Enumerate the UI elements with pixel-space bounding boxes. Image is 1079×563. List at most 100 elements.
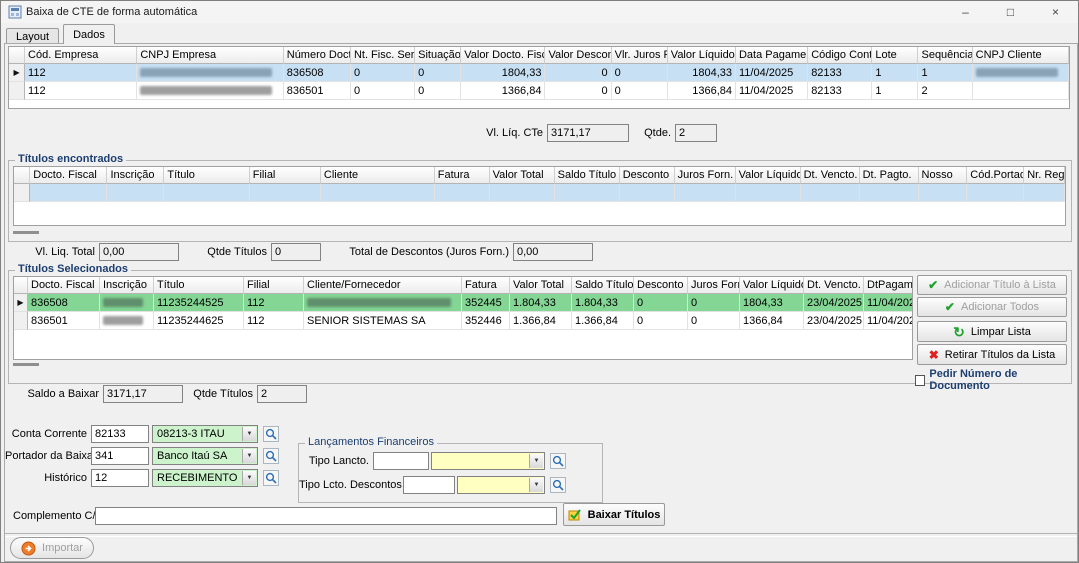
column-header[interactable]: Valor Desconto — [545, 47, 611, 64]
qtde-titulos-selecionados-field[interactable]: 2 — [257, 385, 307, 403]
tipo-lcto-descontos-lookup-button[interactable] — [550, 477, 566, 493]
grid-cell[interactable] — [967, 184, 1024, 202]
grid-cell[interactable]: 82133 — [808, 82, 872, 100]
grid-cell[interactable] — [490, 184, 555, 202]
grid-cell[interactable] — [1024, 184, 1065, 202]
vl-liq-total-field[interactable]: 0,00 — [99, 243, 179, 261]
column-header[interactable]: Título — [164, 167, 249, 184]
grid-cell[interactable]: 1.366,84 — [572, 312, 634, 330]
column-header[interactable]: Valor Total — [490, 167, 555, 184]
column-header[interactable]: Filial — [250, 167, 321, 184]
column-header[interactable]: CNPJ Empresa — [137, 47, 283, 64]
grid-cell[interactable]: 11235244525 — [154, 294, 244, 312]
portador-baixa-lookup-button[interactable] — [263, 448, 279, 464]
grid-cell[interactable]: 0 — [612, 64, 668, 82]
column-header[interactable]: Lote — [872, 47, 918, 64]
tipo-lcto-descontos-combo[interactable]: ▼ — [457, 476, 545, 494]
conta-corrente-code-field[interactable]: 82133 — [91, 425, 149, 443]
column-header[interactable]: CNPJ Cliente — [973, 47, 1069, 64]
grid-cell[interactable]: 836501 — [28, 312, 100, 330]
grid-cell[interactable] — [860, 184, 919, 202]
grid-cell[interactable]: 1.804,33 — [510, 294, 572, 312]
complemento-field[interactable] — [95, 507, 557, 525]
titlebar[interactable]: Baixa de CTE de forma automática – □ × — [1, 1, 1078, 23]
grid-cell[interactable]: 11/04/2025 — [736, 64, 808, 82]
grid-cell[interactable] — [137, 64, 283, 82]
grid-row[interactable]: 112836501001366,84001366,8411/04/2025821… — [9, 82, 1069, 100]
column-header[interactable]: Valor Total — [510, 277, 572, 294]
horizontal-scrollbar-thumb[interactable] — [13, 363, 39, 366]
column-header[interactable]: Desconto — [634, 277, 688, 294]
grid-row[interactable]: ▶836508112352445251123524451.804,331.804… — [14, 294, 913, 312]
grid-cell[interactable] — [107, 184, 164, 202]
column-header[interactable]: Sequência — [918, 47, 972, 64]
grid-cell[interactable]: 1 — [872, 82, 918, 100]
grid-cell[interactable]: 112 — [244, 312, 304, 330]
grid-cell[interactable]: 0 — [415, 64, 461, 82]
grid-cell[interactable]: 0 — [612, 82, 668, 100]
grid-cell[interactable] — [250, 184, 321, 202]
grid-cell[interactable]: 1804,33 — [668, 64, 736, 82]
grid-cell[interactable] — [675, 184, 736, 202]
column-header[interactable]: Docto. Fiscal — [30, 167, 107, 184]
retirar-titulos-button[interactable]: ✖ Retirar Títulos da Lista — [917, 344, 1067, 365]
grid-cell[interactable]: 1804,33 — [740, 294, 804, 312]
grid-cell[interactable] — [435, 184, 490, 202]
column-header[interactable]: Filial — [244, 277, 304, 294]
tipo-lancto-code-field[interactable] — [373, 452, 429, 470]
column-header[interactable]: Juros Forn. — [688, 277, 740, 294]
grid-cell[interactable]: 23/04/2025 — [804, 312, 864, 330]
column-header[interactable]: Valor Docto. Fiscal — [461, 47, 545, 64]
column-header[interactable]: Valor Líquido — [668, 47, 736, 64]
grid-cell[interactable] — [164, 184, 249, 202]
grid-cell[interactable]: 112 — [25, 82, 137, 100]
column-header[interactable]: Nr. Reg. — [1024, 167, 1065, 184]
column-header[interactable]: Saldo Título — [555, 167, 620, 184]
grid-cell[interactable] — [30, 184, 107, 202]
grid-cell[interactable]: 1366,84 — [668, 82, 736, 100]
grid-cell[interactable]: 0 — [634, 312, 688, 330]
grid-cell[interactable] — [100, 294, 154, 312]
tipo-lcto-descontos-code-field[interactable] — [403, 476, 455, 494]
grid-cell[interactable]: 112 — [25, 64, 137, 82]
grid-cell[interactable]: 1 — [918, 64, 972, 82]
grid-cell[interactable]: 1 — [872, 64, 918, 82]
column-header[interactable]: Número Docto. — [284, 47, 351, 64]
grid-cell[interactable]: 2 — [918, 82, 972, 100]
tipo-lancto-combo[interactable]: ▼ — [431, 452, 545, 470]
column-header[interactable]: Dt. Vencto. — [804, 277, 864, 294]
grid-row[interactable] — [14, 184, 1065, 202]
grid-cell[interactable] — [137, 82, 283, 100]
grid-row[interactable]: ▶112836508001804,33001804,3311/04/202582… — [9, 64, 1069, 82]
grid-cell[interactable]: 0 — [351, 82, 415, 100]
grid-cell[interactable]: 0 — [634, 294, 688, 312]
qtde-cte-field[interactable]: 2 — [675, 124, 717, 142]
historico-code-field[interactable]: 12 — [91, 469, 149, 487]
column-header[interactable]: Cód.Portad — [967, 167, 1024, 184]
column-header[interactable]: Código Conta — [808, 47, 872, 64]
saldo-a-baixar-field[interactable]: 3171,17 — [103, 385, 183, 403]
grid-cell[interactable]: 0 — [545, 64, 611, 82]
grid-cell[interactable]: 11/04/2025 — [736, 82, 808, 100]
grid-cell[interactable]: 112 — [244, 294, 304, 312]
qtde-titulos-encontrados-field[interactable]: 0 — [271, 243, 321, 261]
column-header[interactable]: DtPagamen — [864, 277, 913, 294]
column-header[interactable]: Dt. Pagto. — [860, 167, 919, 184]
grid-cell[interactable] — [620, 184, 675, 202]
column-header[interactable]: Fatura — [435, 167, 490, 184]
grid-cell[interactable]: 1804,33 — [461, 64, 545, 82]
grid-cell[interactable] — [801, 184, 860, 202]
grid-cell[interactable]: 23/04/2025 — [804, 294, 864, 312]
column-header[interactable]: Cliente/Fornecedor — [304, 277, 462, 294]
column-header[interactable]: Desconto — [620, 167, 675, 184]
grid-cell[interactable]: 0 — [688, 294, 740, 312]
grid-cell[interactable]: 352446 — [462, 312, 510, 330]
column-header[interactable]: Fatura — [462, 277, 510, 294]
column-header[interactable]: Docto. Fiscal — [28, 277, 100, 294]
grid-cell[interactable]: 0 — [415, 82, 461, 100]
importar-button[interactable]: Importar — [10, 537, 94, 559]
tab-dados[interactable]: Dados — [63, 24, 115, 44]
column-header[interactable]: Cliente — [321, 167, 435, 184]
grid-cell[interactable]: 836508 — [28, 294, 100, 312]
tipo-lancto-lookup-button[interactable] — [550, 453, 566, 469]
